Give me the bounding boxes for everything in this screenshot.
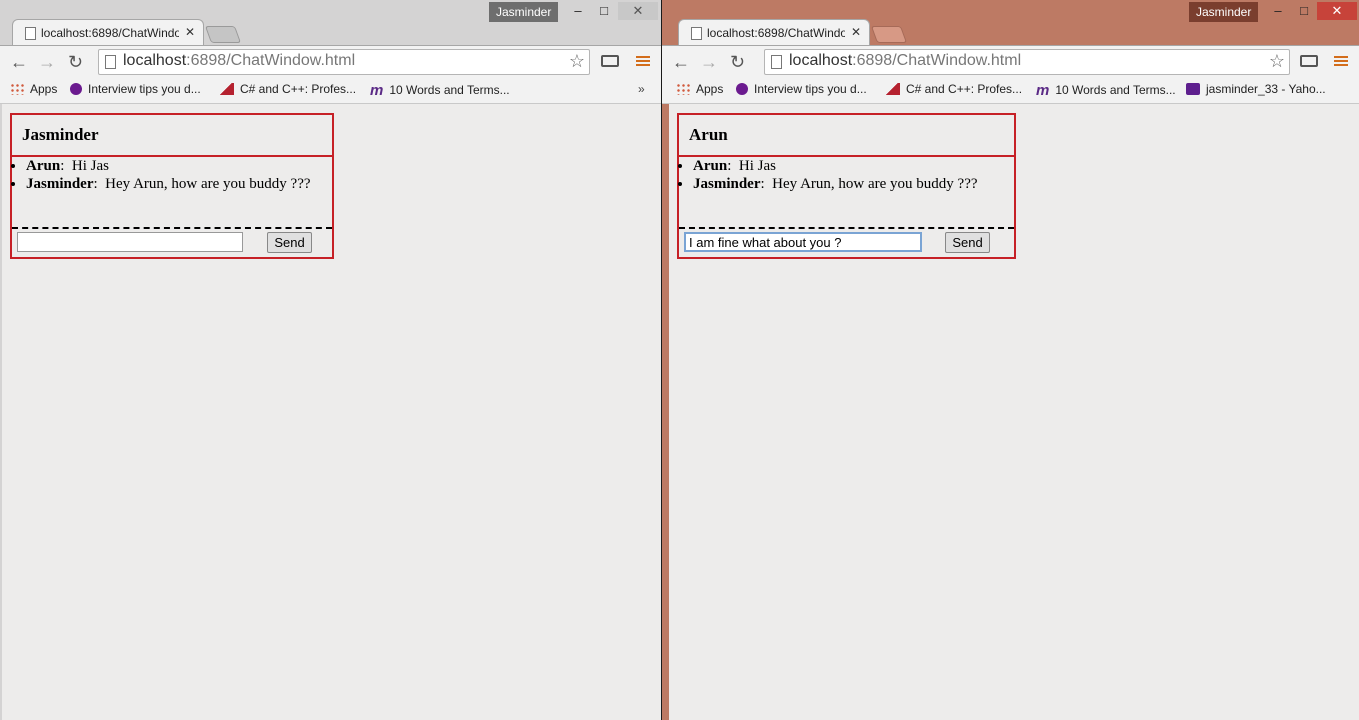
page-icon — [771, 55, 782, 69]
composer: Send — [12, 231, 332, 255]
message-input[interactable] — [17, 232, 243, 252]
bookmark-csharp[interactable]: C# and C++: Profes... — [220, 82, 356, 96]
list-item: Jasminder: Hey Arun, how are you buddy ?… — [26, 175, 332, 193]
yahoo-icon — [736, 83, 748, 95]
profile-name[interactable]: Jasminder — [1189, 2, 1259, 22]
bookmarks-more-icon[interactable]: » — [638, 82, 645, 96]
forward-icon[interactable]: → — [700, 52, 718, 72]
message-list: Arun: Hi Jas Jasminder: Hey Arun, how ar… — [12, 157, 332, 229]
chat-window: Arun Arun: Hi Jas Jasminder: Hey Arun, h… — [677, 113, 1016, 259]
browser-tab[interactable]: localhost:6898/ChatWindow.html ✕ — [12, 19, 204, 46]
tab-title: localhost:6898/ChatWindow.html — [41, 26, 179, 40]
tab-close-icon[interactable]: ✕ — [851, 25, 861, 39]
apps-icon — [10, 83, 24, 95]
back-icon[interactable]: ← — [672, 52, 690, 72]
chat-window: Jasminder Arun: Hi Jas Jasminder: Hey Ar… — [10, 113, 334, 259]
bookmark-10-words[interactable]: m 10 Words and Terms... — [1036, 82, 1176, 99]
bookmarks-bar: Apps Interview tips you d... C# and C++:… — [662, 78, 1359, 104]
close-icon[interactable]: ✕ — [618, 2, 658, 20]
minimize-icon[interactable]: ‒ — [566, 2, 590, 20]
page-content: Arun Arun: Hi Jas Jasminder: Hey Arun, h… — [669, 104, 1359, 720]
yahoo-mail-icon — [1186, 83, 1200, 95]
bookmark-star-icon[interactable]: ☆ — [1269, 51, 1285, 72]
extension-icon[interactable] — [1300, 55, 1318, 67]
minimize-icon[interactable]: ‒ — [1266, 2, 1290, 20]
bookmark-apps[interactable]: Apps — [676, 82, 723, 96]
reload-icon[interactable]: ↻ — [68, 52, 83, 72]
back-icon[interactable]: ← — [10, 52, 28, 72]
page-icon — [105, 55, 116, 69]
bookmark-interview-tips[interactable]: Interview tips you d... — [736, 82, 867, 96]
bookmark-10-words[interactable]: m 10 Words and Terms... — [370, 82, 510, 99]
apps-icon — [676, 83, 690, 95]
address-bar[interactable]: localhost:6898/ChatWindow.html ☆ — [98, 49, 590, 75]
browser-window-jasminder: Jasminder ‒ □ ✕ localhost:6898/ChatWindo… — [0, 0, 661, 720]
page-content: Jasminder Arun: Hi Jas Jasminder: Hey Ar… — [2, 104, 661, 720]
reload-icon[interactable]: ↻ — [730, 52, 745, 72]
composer: Send — [679, 231, 1014, 255]
bookmark-yahoo-mail[interactable]: jasminder_33 - Yaho... — [1186, 82, 1326, 96]
bookmarks-bar: Apps Interview tips you d... C# and C++:… — [0, 78, 661, 104]
address-bar[interactable]: localhost:6898/ChatWindow.html ☆ — [764, 49, 1290, 75]
send-button[interactable]: Send — [945, 232, 990, 253]
send-button[interactable]: Send — [267, 232, 312, 253]
page-icon — [691, 27, 702, 40]
m-icon: m — [370, 82, 384, 99]
extension-icon[interactable] — [601, 55, 619, 67]
browser-toolbar: ← → ↻ localhost:6898/ChatWindow.html ☆ — [662, 45, 1359, 78]
menu-icon[interactable] — [636, 54, 650, 68]
maximize-icon[interactable]: □ — [1292, 2, 1316, 20]
chat-header: Jasminder — [12, 115, 332, 157]
browser-toolbar: ← → ↻ localhost:6898/ChatWindow.html ☆ — [0, 45, 661, 78]
yahoo-icon — [70, 83, 82, 95]
tab-title: localhost:6898/ChatWindow.html — [707, 26, 845, 40]
url-text[interactable]: localhost:6898/ChatWindow.html — [123, 52, 355, 70]
message-list: Arun: Hi Jas Jasminder: Hey Arun, how ar… — [679, 157, 1014, 229]
chat-user-name: Arun — [689, 125, 728, 144]
message-input[interactable] — [684, 232, 922, 252]
url-text[interactable]: localhost:6898/ChatWindow.html — [789, 52, 1021, 70]
maximize-icon[interactable]: □ — [592, 2, 616, 20]
list-item: Jasminder: Hey Arun, how are you buddy ?… — [693, 175, 1014, 193]
page-icon — [25, 27, 36, 40]
chat-user-name: Jasminder — [22, 125, 99, 144]
browser-window-arun: Jasminder ‒ □ ✕ localhost:6898/ChatWindo… — [662, 0, 1359, 720]
profile-name[interactable]: Jasminder — [489, 2, 559, 22]
bookmark-apps[interactable]: Apps — [10, 82, 57, 96]
bookmark-interview-tips[interactable]: Interview tips you d... — [70, 82, 201, 96]
bookmark-star-icon[interactable]: ☆ — [569, 51, 585, 72]
forward-icon[interactable]: → — [38, 52, 56, 72]
new-tab-button[interactable] — [204, 26, 242, 43]
list-item: Arun: Hi Jas — [693, 157, 1014, 175]
browser-tab[interactable]: localhost:6898/ChatWindow.html ✕ — [678, 19, 870, 46]
menu-icon[interactable] — [1334, 54, 1348, 68]
new-tab-button[interactable] — [870, 26, 908, 43]
chat-header: Arun — [679, 115, 1014, 157]
codeproject-icon — [220, 83, 234, 95]
close-icon[interactable]: ✕ — [1317, 2, 1357, 20]
tab-close-icon[interactable]: ✕ — [185, 25, 195, 39]
bookmark-csharp[interactable]: C# and C++: Profes... — [886, 82, 1022, 96]
m-icon: m — [1036, 82, 1050, 99]
codeproject-icon — [886, 83, 900, 95]
list-item: Arun: Hi Jas — [26, 157, 332, 175]
